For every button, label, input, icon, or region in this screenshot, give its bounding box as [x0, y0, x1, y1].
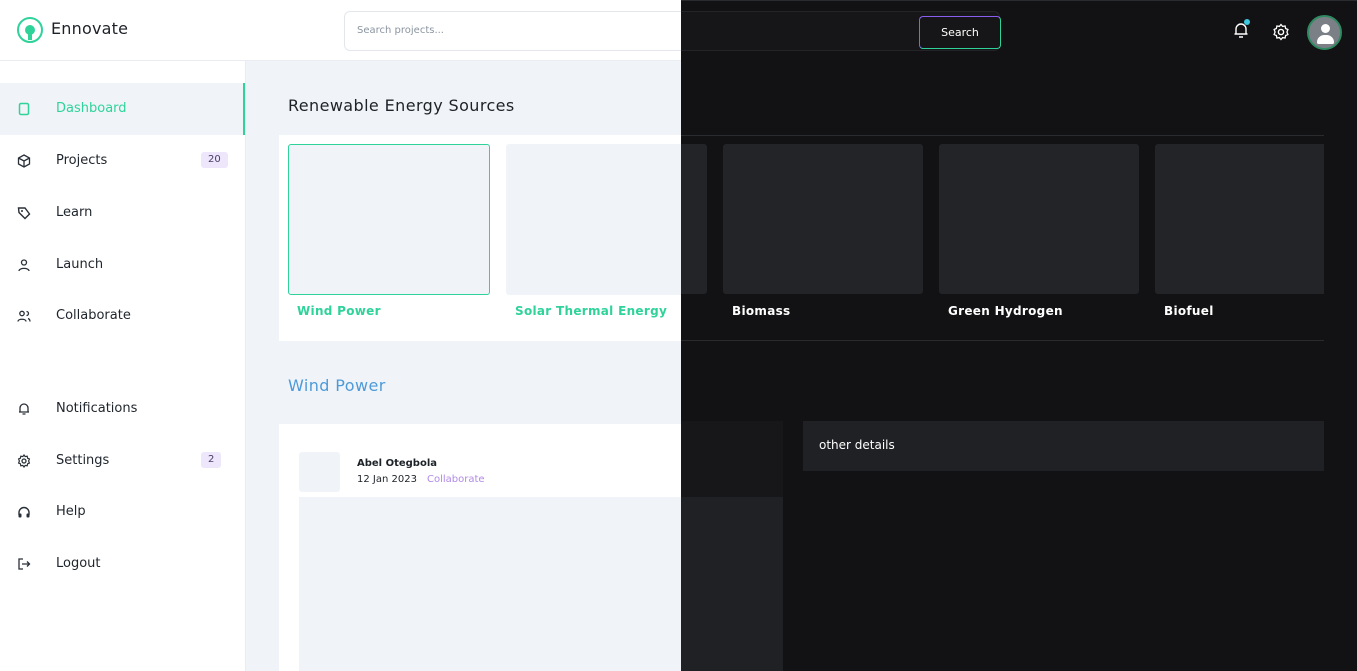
- source-card-solar-thermal[interactable]: [506, 144, 708, 295]
- source-label[interactable]: Biofuel: [1164, 304, 1214, 318]
- detail-title: Wind Power: [288, 376, 386, 395]
- source-label[interactable]: Solar Thermal Energy: [515, 304, 667, 318]
- sidebar-item-projects[interactable]: Projects 20: [0, 135, 245, 187]
- post-author: Abel Otegbola: [357, 458, 438, 469]
- source-card-green-hydrogen[interactable]: [939, 144, 1139, 294]
- logo-icon: [17, 17, 43, 43]
- source-label[interactable]: Wind Power: [297, 304, 381, 318]
- user-avatar[interactable]: [1307, 15, 1342, 50]
- search-input[interactable]: Search projects...: [357, 25, 444, 36]
- source-label[interactable]: Green Hydrogen: [948, 304, 1063, 318]
- sidebar-item-label: Help: [56, 504, 86, 519]
- other-details-label: other details: [819, 438, 895, 452]
- sidebar-item-dashboard[interactable]: Dashboard: [0, 83, 245, 135]
- sidebar: Dashboard Projects 20 Learn Launch Colla…: [0, 61, 246, 671]
- dashboard-icon: [18, 102, 30, 116]
- sidebar-item-launch[interactable]: Launch: [0, 239, 245, 291]
- dark-theme-overlay: Search Biomass Green Hydrogen Biofuel ot…: [681, 0, 1357, 671]
- divider: [681, 135, 1324, 136]
- sidebar-item-label: Launch: [56, 257, 104, 272]
- count-badge: 20: [201, 152, 228, 168]
- right-edge: [1324, 61, 1357, 671]
- sidebar-item-label: Settings: [56, 453, 110, 468]
- sidebar-item-logout[interactable]: Logout: [0, 538, 245, 590]
- source-label[interactable]: Biomass: [732, 304, 791, 318]
- collaborate-link[interactable]: Collaborate: [427, 474, 485, 485]
- sidebar-item-label: Notifications: [56, 401, 138, 416]
- notification-dot: [1244, 19, 1250, 25]
- users-icon: [17, 310, 31, 322]
- search-button[interactable]: Search: [919, 16, 1001, 49]
- count-badge: 2: [201, 452, 222, 468]
- section-title: Renewable Energy Sources: [288, 96, 515, 115]
- other-details-header: other details: [803, 421, 1324, 471]
- sidebar-item-label: Projects: [56, 153, 108, 168]
- post-media-dark: [681, 497, 783, 671]
- brand-name: Ennovate: [51, 19, 129, 38]
- bell-icon: [19, 403, 29, 415]
- sidebar-item-notifications[interactable]: Notifications: [0, 383, 245, 435]
- source-card-biomass[interactable]: [723, 144, 923, 294]
- app-root: Ennovate Search projects... Dashboard Pr…: [0, 0, 1357, 671]
- sidebar-item-label: Dashboard: [56, 101, 127, 116]
- sidebar-item-help[interactable]: Help: [0, 486, 245, 538]
- cube-icon: [17, 154, 31, 168]
- sidebar-item-label: Learn: [56, 205, 93, 220]
- sidebar-item-collaborate[interactable]: Collaborate: [0, 290, 245, 342]
- other-details-body: [803, 471, 1324, 671]
- post-date: 12 Jan 2023: [357, 474, 417, 485]
- user-icon: [18, 259, 30, 272]
- sidebar-item-label: Logout: [56, 556, 101, 571]
- source-card-wind-power[interactable]: [288, 144, 490, 295]
- gear-icon: [17, 454, 31, 468]
- source-card-solar-thermal-dark[interactable]: [681, 144, 707, 294]
- divider: [681, 340, 1324, 341]
- settings-gear-icon[interactable]: [1272, 23, 1290, 41]
- sidebar-item-settings[interactable]: Settings 2: [0, 435, 245, 487]
- headphones-icon: [18, 506, 30, 518]
- logout-icon: [18, 558, 31, 570]
- avatar: [299, 452, 340, 492]
- tag-icon: [17, 207, 31, 220]
- sidebar-item-label: Collaborate: [56, 308, 131, 323]
- sidebar-item-learn[interactable]: Learn: [0, 187, 245, 239]
